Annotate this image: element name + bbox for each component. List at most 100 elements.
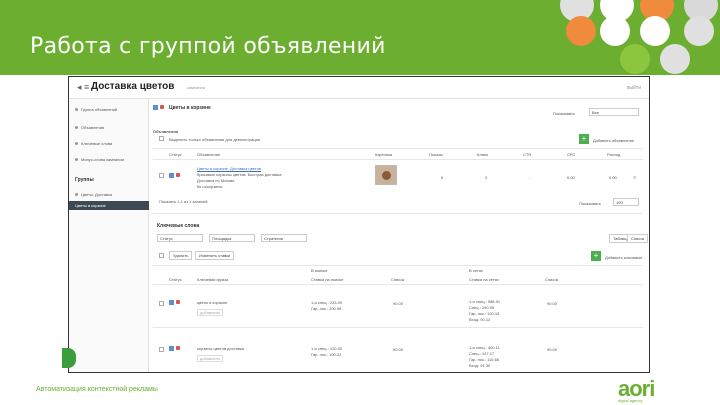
ad-line: Доставка по Москве <box>197 178 235 183</box>
col-kw-status: Статус <box>169 277 182 282</box>
filter-label: Выделить только объявления для демонстра… <box>169 137 261 142</box>
delete-icon[interactable] <box>176 173 180 177</box>
bullet-icon <box>75 158 78 161</box>
edit-icon[interactable] <box>169 346 174 351</box>
back-arrow-icon[interactable]: ◂ ≡ <box>77 82 89 93</box>
keyword-tag: добавлено <box>197 355 224 362</box>
bullet-icon <box>75 108 78 111</box>
list-value: 90.00 <box>393 347 404 352</box>
col-cpc: CPC <box>567 152 576 157</box>
brand-logo-subtitle: digital agency <box>618 398 643 403</box>
sidebar-item[interactable]: Группа объявлений <box>75 107 117 112</box>
edit-icon[interactable] <box>169 173 174 178</box>
divider <box>153 213 643 214</box>
divider <box>153 148 643 149</box>
ad-line: Красивые корзины цветов. Быстрая доставк… <box>197 172 282 177</box>
sidebar-item[interactable]: Ключевые слова <box>75 141 112 146</box>
strategy-filter[interactable]: Стратегия <box>261 234 307 242</box>
col-ctr: CTR <box>523 152 532 157</box>
col-kw-list2: Список <box>545 277 559 282</box>
keywords-section-label: Ключевые слова <box>157 223 200 229</box>
sidebar: Группа объявлений Объявления Ключевые сл… <box>69 99 149 372</box>
keyword-phrase[interactable]: цветы в корзине <box>197 300 227 305</box>
divider <box>153 159 643 160</box>
cell-shows: 0 <box>441 175 444 180</box>
app-header: ◂ ≡ Доставка цветов кампания выйти <box>69 77 649 99</box>
col-status: Статус <box>169 152 182 157</box>
bid-line: 1-я спец.: 233.09 <box>311 300 343 305</box>
bullet-icon <box>75 126 78 129</box>
per-page-select[interactable]: 100 <box>613 198 639 206</box>
sidebar-subitem[interactable]: Цветы. Доставка <box>75 192 112 197</box>
show-select[interactable]: Все <box>589 108 639 116</box>
main-content: Цветы в корзине Показывать Все Объявлени… <box>153 103 649 372</box>
col-kw-bid-search: Ставка на поиске <box>311 277 344 282</box>
sidebar-item[interactable]: Объявления <box>75 125 104 130</box>
filter-checkbox[interactable] <box>159 136 164 141</box>
slide-footer: Автоматизация контекстной рекламы <box>36 386 158 393</box>
net-line: Гар. пок.: 110.66 <box>469 357 500 362</box>
col-kw-list: Список <box>391 277 405 282</box>
row-checkbox[interactable] <box>159 173 164 178</box>
ad-image <box>375 165 397 185</box>
group-title: Цветы в корзине <box>169 105 211 111</box>
cell-ctr: - <box>529 175 531 180</box>
delete-icon[interactable] <box>176 346 180 350</box>
deco-circle <box>620 44 650 74</box>
col-kw-phrase: Ключевая фраза <box>197 277 229 282</box>
deco-circle <box>640 16 670 46</box>
add-keywords-icon[interactable]: + <box>591 251 601 261</box>
campaign-subtitle: кампания <box>187 85 205 90</box>
per-page-label: Показывать <box>579 201 601 206</box>
group-search-label: В поиске <box>311 268 328 273</box>
sidebar-item[interactable]: Минус-слова кампании <box>75 157 124 162</box>
net-line: Вход: 91.30 <box>469 363 491 368</box>
keyword-tag: добавлено <box>197 309 224 316</box>
keyword-phrase[interactable]: корзины цветов доставка <box>197 346 244 351</box>
col-image: Картинка <box>375 152 393 157</box>
add-ad-label[interactable]: Добавить объявление <box>593 138 634 143</box>
logout-link[interactable]: выйти <box>627 85 641 91</box>
side-tab[interactable] <box>62 348 76 368</box>
divider <box>153 284 643 285</box>
row-checkbox[interactable] <box>159 347 164 352</box>
deco-circle <box>600 16 630 46</box>
net-list-value: 90.00 <box>547 347 558 352</box>
net-line: Вход: 90.13 <box>469 317 491 322</box>
edit-icon[interactable] <box>169 300 174 305</box>
slide-header: Работа с группой объявлений <box>0 0 720 75</box>
col-cost: Расход <box>607 152 621 157</box>
sidebar-section-title: Группы <box>75 177 94 183</box>
net-line: 1-я спец.: 400.11 <box>469 345 500 350</box>
gear-icon[interactable]: ⚙ <box>633 175 637 180</box>
sidebar-subitem-active[interactable]: Цветы в корзине <box>69 201 149 210</box>
slide-title: Работа с группой объявлений <box>30 34 386 59</box>
select-all-checkbox[interactable] <box>159 253 164 258</box>
edit-bids-button[interactable]: Изменить ставки <box>195 251 235 260</box>
col-clicks: Клики <box>477 152 488 157</box>
deco-circle <box>660 44 690 74</box>
delete-button[interactable]: Удалить <box>169 251 193 260</box>
row-checkbox[interactable] <box>159 301 164 306</box>
ad-title-link[interactable]: Цветы в корзине. Доставка цветов <box>197 166 261 171</box>
net-list-value: 90.00 <box>547 301 558 306</box>
cell-clicks: 2 <box>485 175 488 180</box>
ad-url: flo.ru/корзины <box>197 184 223 189</box>
delete-icon[interactable] <box>160 105 164 109</box>
show-label: Показывать <box>553 111 575 116</box>
cell-cpc: 0.00 <box>567 175 575 180</box>
platform-filter[interactable]: Площадка <box>209 234 255 242</box>
add-keywords-label[interactable]: Добавить ключевые <box>605 255 642 260</box>
bid-line: 1-я спец.: 120.00 <box>311 346 343 351</box>
edit-icon[interactable] <box>153 105 158 110</box>
cell-cost: 0.00 <box>609 175 617 180</box>
bullet-icon <box>75 142 78 145</box>
campaign-title: Доставка цветов <box>91 81 175 92</box>
status-filter[interactable]: Статус <box>157 234 203 242</box>
net-line: Спец.: 147.17 <box>469 351 495 356</box>
delete-icon[interactable] <box>176 300 180 304</box>
net-line: Гар. пок.: 120.15 <box>469 311 500 316</box>
bid-line: Гар. пок.: 100.22 <box>311 352 342 357</box>
add-ad-icon[interactable]: + <box>579 134 589 144</box>
view-list-toggle[interactable]: Список <box>627 234 649 243</box>
